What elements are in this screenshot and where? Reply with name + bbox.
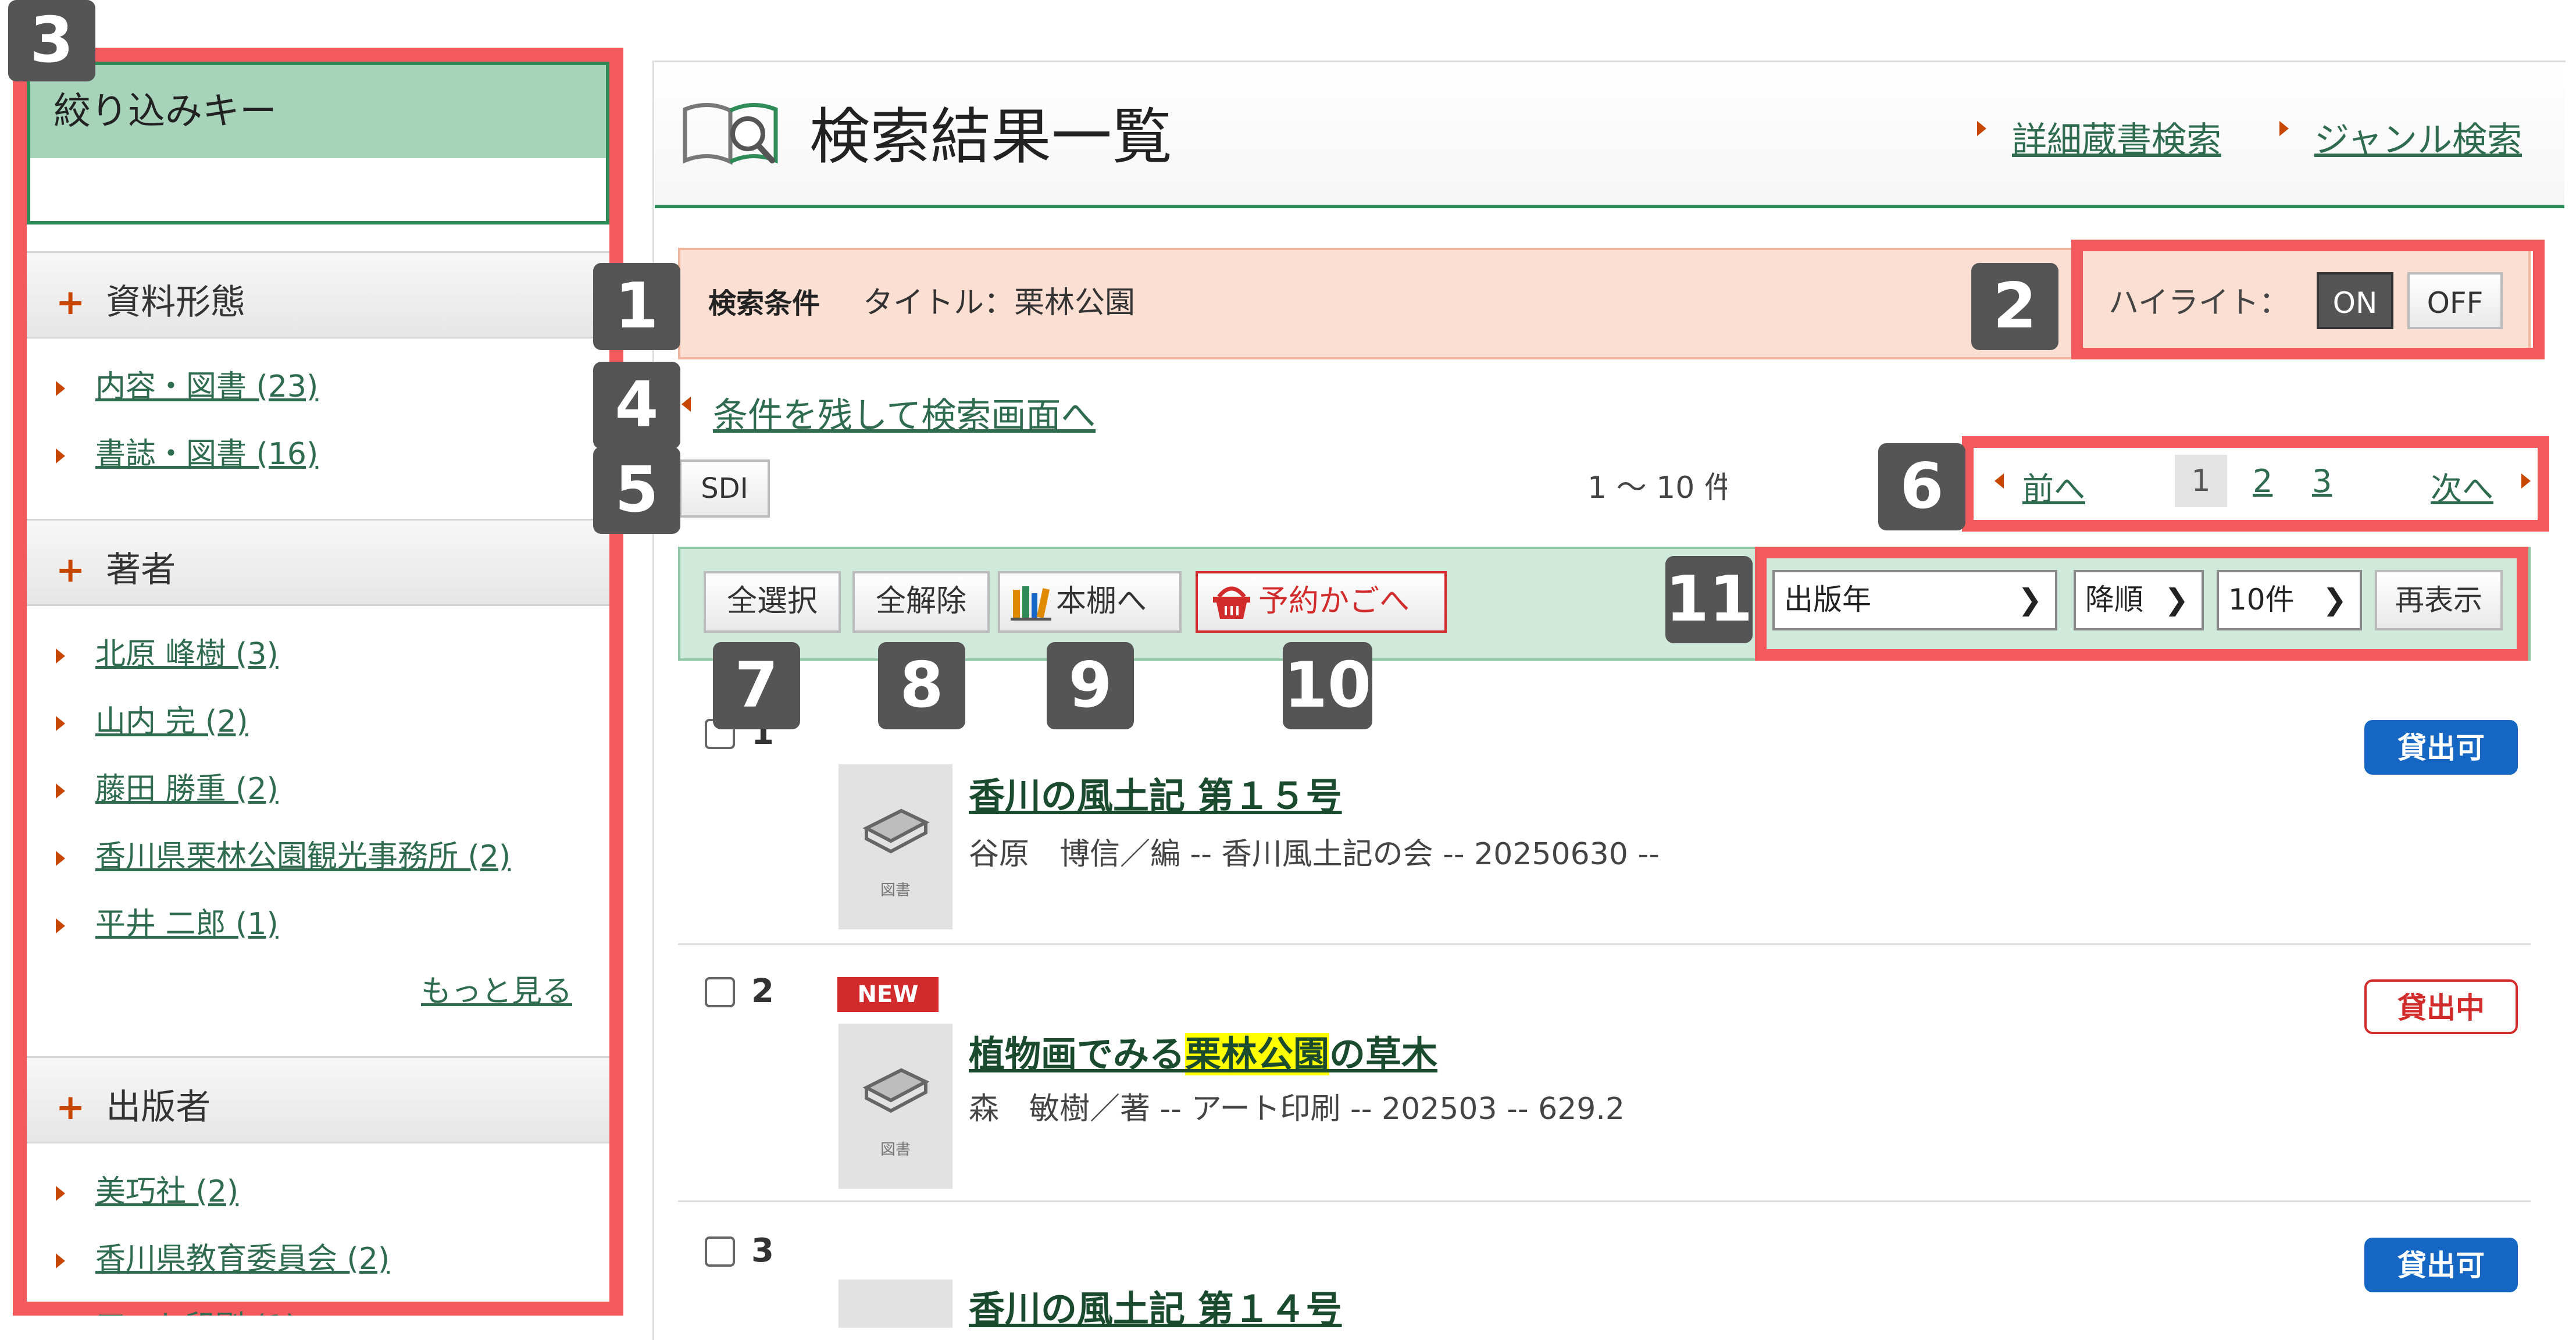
expand-plus-icon: + (56, 1087, 85, 1128)
arrow-right-icon (56, 716, 65, 731)
select-all-button[interactable]: 全選択 (704, 571, 841, 633)
arrow-right-icon (56, 851, 65, 866)
advanced-search-link[interactable]: 詳細蔵書検索 (2012, 112, 2221, 162)
page-title: 検索結果一覧 (809, 101, 1173, 172)
arrow-right-icon (56, 918, 65, 933)
sort-order-select[interactable]: 降順 ❯ (2074, 570, 2204, 630)
new-badge: NEW (837, 977, 939, 1012)
callout-badge-9: 9 (1047, 642, 1134, 729)
facet-item[interactable]: 内容・図書 (23) (56, 362, 318, 405)
arrow-left-icon (682, 397, 691, 412)
arrow-right-icon (56, 783, 65, 799)
callout-badge-11: 11 (1665, 556, 1753, 643)
refine-key-title: 絞り込みキー (30, 65, 606, 158)
result-title-link[interactable]: 植物画でみる栗林公園の草木 (969, 1025, 1437, 1077)
result-thumbnail[interactable]: 図書 (839, 764, 952, 929)
status-badge: 貸出中 (2364, 979, 2518, 1034)
book-search-icon (683, 103, 778, 165)
pager-next-link[interactable]: 次へ (2431, 463, 2493, 509)
status-badge: 貸出可 (2364, 720, 2518, 775)
result-title-link[interactable]: 香川の風土記 第１４号 (969, 1280, 1342, 1332)
callout-badge-3: 3 (8, 0, 95, 81)
callout-badge-1: 1 (593, 263, 680, 350)
arrow-left-icon (1995, 473, 2004, 489)
facet-header-material-type[interactable]: + 資料形態 (27, 251, 609, 338)
pager-page-3[interactable]: 3 (2312, 463, 2332, 500)
pager-page-2[interactable]: 2 (2253, 463, 2272, 500)
callout-badge-2: 2 (1971, 263, 2058, 350)
callout-badge-6: 6 (1878, 443, 1965, 530)
bookshelf-icon (1011, 586, 1051, 621)
callout-badge-8: 8 (878, 642, 965, 729)
highlight-on-button[interactable]: ON (2317, 272, 2393, 329)
result-divider (678, 943, 2531, 945)
facet-item[interactable]: 北原 峰樹 (3) (56, 629, 279, 673)
refine-key-box: 絞り込みキー (27, 62, 609, 224)
result-checkbox[interactable] (705, 977, 735, 1007)
result-thumbnail[interactable]: 図書 (839, 1024, 952, 1189)
bookshelf-button[interactable]: 本棚へ (998, 571, 1182, 633)
show-more-link[interactable]: もっと見る (421, 967, 572, 1010)
chevron-down-icon: ❯ (2018, 583, 2042, 616)
deselect-all-button[interactable]: 全解除 (852, 571, 990, 633)
basket-icon (1213, 586, 1250, 619)
result-count: 1 ～ 10 件 (全30 (1587, 471, 1727, 505)
result-checkbox[interactable] (705, 1236, 735, 1267)
result-title-link[interactable]: 香川の風土記 第１５号 (969, 767, 1342, 819)
facet-item[interactable]: 美巧社 (2) (56, 1167, 238, 1210)
callout-badge-7: 7 (713, 642, 800, 729)
status-badge: 貸出可 (2364, 1238, 2518, 1292)
facet-item[interactable]: 香川県栗林公園観光事務所 (2) (56, 832, 511, 875)
facet-item[interactable]: 香川県教育委員会 (2) (56, 1234, 390, 1278)
result-meta: 谷原 博信／編 -- 香川風土記の会 -- 20250630 -- (969, 837, 1660, 872)
genre-search-link[interactable]: ジャンル検索 (2314, 112, 2522, 162)
facet-item[interactable]: 書誌・図書 (16) (56, 429, 318, 473)
facet-item[interactable]: 藤田 勝重 (2) (56, 764, 279, 808)
facet-header-author[interactable]: + 著者 (27, 519, 609, 606)
facet-item[interactable]: 山内 完 (2) (56, 697, 248, 740)
arrow-right-icon (56, 381, 65, 396)
sort-field-select[interactable]: 出版年 ❯ (1772, 570, 2057, 630)
result-thumbnail[interactable] (839, 1280, 952, 1328)
per-page-select[interactable]: 10件 ❯ (2217, 570, 2362, 630)
callout-badge-5: 5 (593, 447, 680, 534)
redisplay-button[interactable]: 再表示 (2375, 570, 2503, 630)
arrow-right-icon (56, 648, 65, 664)
book-icon (862, 1068, 930, 1113)
arrow-right-icon (56, 448, 65, 464)
reserve-cart-button[interactable]: 予約かごへ (1196, 571, 1447, 633)
result-meta: 森 敏樹／著 -- アート印刷 -- 202503 -- 629.2 (969, 1092, 1625, 1127)
sdi-button[interactable]: SDI (679, 459, 770, 518)
arrow-right-icon (56, 1253, 65, 1268)
back-to-search-link[interactable]: 条件を残して検索画面へ (713, 387, 1096, 438)
expand-plus-icon: + (56, 550, 85, 590)
pager-current-page: 1 (2175, 455, 2227, 507)
search-condition-label: 検索条件 (708, 287, 820, 320)
highlight-label: ハイライト： (2108, 286, 2289, 320)
callout-badge-4: 4 (593, 362, 680, 449)
facet-item[interactable]: アート印刷 (1) (56, 1302, 297, 1316)
facet-header-publisher[interactable]: + 出版者 (27, 1056, 609, 1143)
chevron-down-icon: ❯ (2164, 583, 2189, 616)
arrow-right-icon (2279, 121, 2289, 136)
chevron-down-icon: ❯ (2322, 583, 2347, 616)
refine-sidebar: 絞り込みキー + 資料形態 内容・図書 (23) 書誌・図書 (16) + 著者 北… (27, 62, 609, 1316)
result-divider (678, 1200, 2531, 1202)
search-term-highlight: 栗林公園 (1185, 1033, 1330, 1075)
search-condition-value: タイトル：栗林公園 (863, 286, 1136, 320)
arrow-right-icon (2521, 473, 2531, 489)
arrow-right-icon (56, 1186, 65, 1201)
highlight-off-button[interactable]: OFF (2407, 272, 2503, 329)
result-number: 2 (751, 972, 774, 1010)
expand-plus-icon: + (56, 282, 85, 323)
pager-prev-link[interactable]: 前へ (2022, 463, 2085, 509)
arrow-right-icon (1977, 121, 1986, 136)
callout-badge-10: 10 (1283, 642, 1372, 729)
result-number: 3 (751, 1232, 774, 1270)
book-icon (862, 808, 930, 854)
facet-item[interactable]: 平井 二郎 (1) (56, 899, 279, 943)
